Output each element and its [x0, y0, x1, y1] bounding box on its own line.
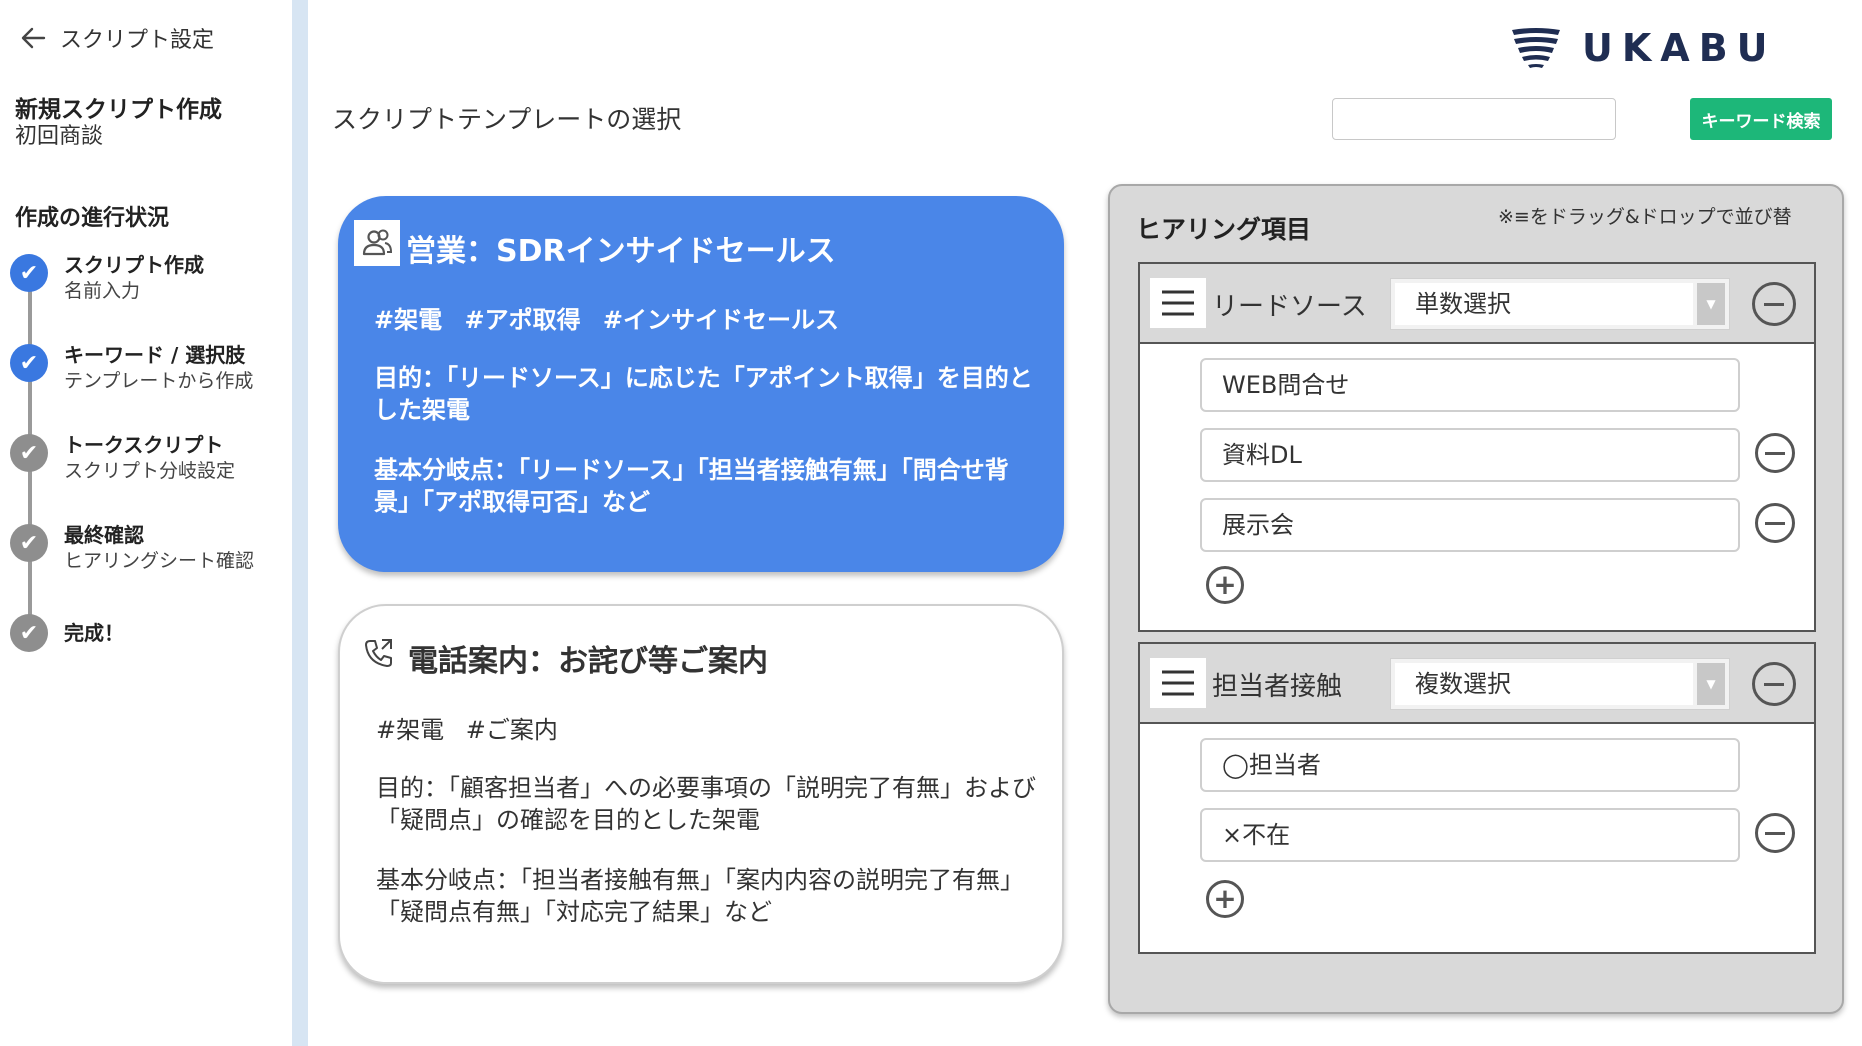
option-field[interactable]: ◯担当者 — [1200, 738, 1740, 792]
chevron-down-icon: ▼ — [1697, 283, 1725, 325]
option-field[interactable]: 展示会 — [1200, 498, 1740, 552]
keyword-search-input[interactable] — [1332, 98, 1616, 140]
users-icon — [354, 220, 400, 266]
logo: UKABU — [1510, 26, 1777, 70]
template-card-sdr[interactable]: 営業：SDRインサイドセールス #架電 #アポ取得 #インサイドセールス 目的：… — [338, 196, 1064, 572]
check-icon: ✔ — [10, 434, 48, 472]
chevron-down-icon: ▼ — [1697, 663, 1725, 705]
option-field[interactable]: 資料DL — [1200, 428, 1740, 482]
remove-option-button[interactable] — [1755, 503, 1795, 543]
progress-step-talkscript[interactable]: ✔ トークスクリプト スクリプト分岐設定 — [10, 433, 236, 484]
remove-group-button[interactable] — [1752, 662, 1796, 706]
keyword-search-button[interactable]: キーワード検索 — [1690, 98, 1832, 140]
option-field[interactable]: WEB問合せ — [1200, 358, 1740, 412]
step-subtitle: ヒアリングシート確認 — [64, 550, 255, 572]
progress-step-keywords[interactable]: ✔ キーワード / 選択肢 テンプレートから作成 — [10, 343, 254, 394]
step-subtitle: スクリプト分岐設定 — [64, 460, 236, 482]
sidebar-divider — [292, 0, 308, 1046]
logo-text: UKABU — [1582, 26, 1777, 70]
page-title: スクリプトテンプレートの選択 — [332, 105, 682, 134]
arrow-left-icon — [21, 27, 46, 49]
hearing-group-header: 担当者接触 複数選択 ▼ — [1140, 644, 1814, 724]
progress-step-complete[interactable]: ✔ 完成！ — [10, 614, 124, 652]
check-icon: ✔ — [10, 344, 48, 382]
hearing-panel: ヒアリング項目 ※≡をドラッグ&ドロップで並び替 リードソース 単数選択 ▼ W… — [1108, 184, 1844, 1014]
drag-handle-icon[interactable] — [1150, 278, 1206, 328]
remove-option-button[interactable] — [1755, 813, 1795, 853]
hearing-group-contact: 担当者接触 複数選択 ▼ ◯担当者 ×不在 + — [1138, 642, 1816, 954]
template-title: 営業：SDRインサイドセールス — [406, 234, 836, 269]
selection-type-value: 単数選択 — [1395, 283, 1693, 325]
template-tags: #架電 #ご案内 — [376, 716, 558, 744]
hearing-group-header: リードソース 単数選択 ▼ — [1140, 264, 1814, 344]
template-branches: 基本分岐点：「担当者接触有無」「案内内容の説明完了有無」「疑問点有無」「対応完了… — [376, 866, 1024, 926]
progress-step-script[interactable]: ✔ スクリプト作成 名前入力 — [10, 253, 204, 304]
new-script-subtitle: 初回商談 — [15, 124, 104, 149]
wave-logo-icon — [1512, 28, 1560, 68]
step-title: トークスクリプト — [64, 433, 224, 457]
hearing-group-lead-source: リードソース 単数選択 ▼ WEB問合せ 資料DL 展示会 + — [1138, 262, 1816, 632]
template-branches: 基本分岐点：「リードソース」「担当者接触有無」「問合せ背景」「アポ取得可否」など — [374, 456, 1009, 516]
option-field[interactable]: ×不在 — [1200, 808, 1740, 862]
step-subtitle: テンプレートから作成 — [64, 370, 254, 392]
drag-handle-icon[interactable] — [1150, 658, 1206, 708]
hearing-group-label: 担当者接触 — [1212, 672, 1343, 702]
back-link-label: スクリプト設定 — [60, 28, 215, 53]
selection-type-value: 複数選択 — [1395, 663, 1693, 705]
progress-title: 作成の進行状況 — [15, 206, 170, 231]
step-title: キーワード / 選択肢 — [64, 343, 246, 367]
template-title: 電話案内：お詫び等ご案内 — [408, 644, 768, 679]
template-tags: #架電 #アポ取得 #インサイドセールス — [374, 306, 840, 334]
add-option-button[interactable]: + — [1206, 880, 1244, 918]
template-card-phone-guide[interactable]: 電話案内：お詫び等ご案内 #架電 #ご案内 目的：「顧客担当者」への必要事項の「… — [338, 604, 1064, 984]
add-option-button[interactable]: + — [1206, 566, 1244, 604]
selection-type-select[interactable]: 単数選択 ▼ — [1390, 278, 1730, 330]
back-link[interactable]: スクリプト設定 — [18, 22, 214, 54]
template-purpose: 目的：「リードソース」に応じた「アポイント取得」を目的とした架電 — [374, 364, 1033, 424]
sidebar: スクリプト設定 新規スクリプト作成 初回商談 作成の進行状況 ✔ スクリプト作成… — [0, 0, 292, 1046]
phone-icon — [356, 630, 402, 676]
hearing-panel-title: ヒアリング項目 — [1136, 215, 1312, 244]
step-title: スクリプト作成 — [64, 253, 204, 277]
check-icon: ✔ — [10, 614, 48, 652]
template-purpose: 目的：「顧客担当者」への必要事項の「説明完了有無」および「疑問点」の確認を目的と… — [376, 774, 1036, 834]
step-title: 最終確認 — [64, 523, 144, 547]
remove-option-button[interactable] — [1755, 433, 1795, 473]
selection-type-select[interactable]: 複数選択 ▼ — [1390, 658, 1730, 710]
check-icon: ✔ — [10, 524, 48, 562]
progress-step-final-check[interactable]: ✔ 最終確認 ヒアリングシート確認 — [10, 523, 255, 574]
step-subtitle: 名前入力 — [64, 280, 141, 302]
step-title: 完成！ — [64, 621, 124, 645]
hearing-group-label: リードソース — [1212, 292, 1367, 322]
remove-group-button[interactable] — [1752, 282, 1796, 326]
hearing-panel-note: ※≡をドラッグ&ドロップで並び替 — [1498, 206, 1792, 228]
check-icon: ✔ — [10, 254, 48, 292]
